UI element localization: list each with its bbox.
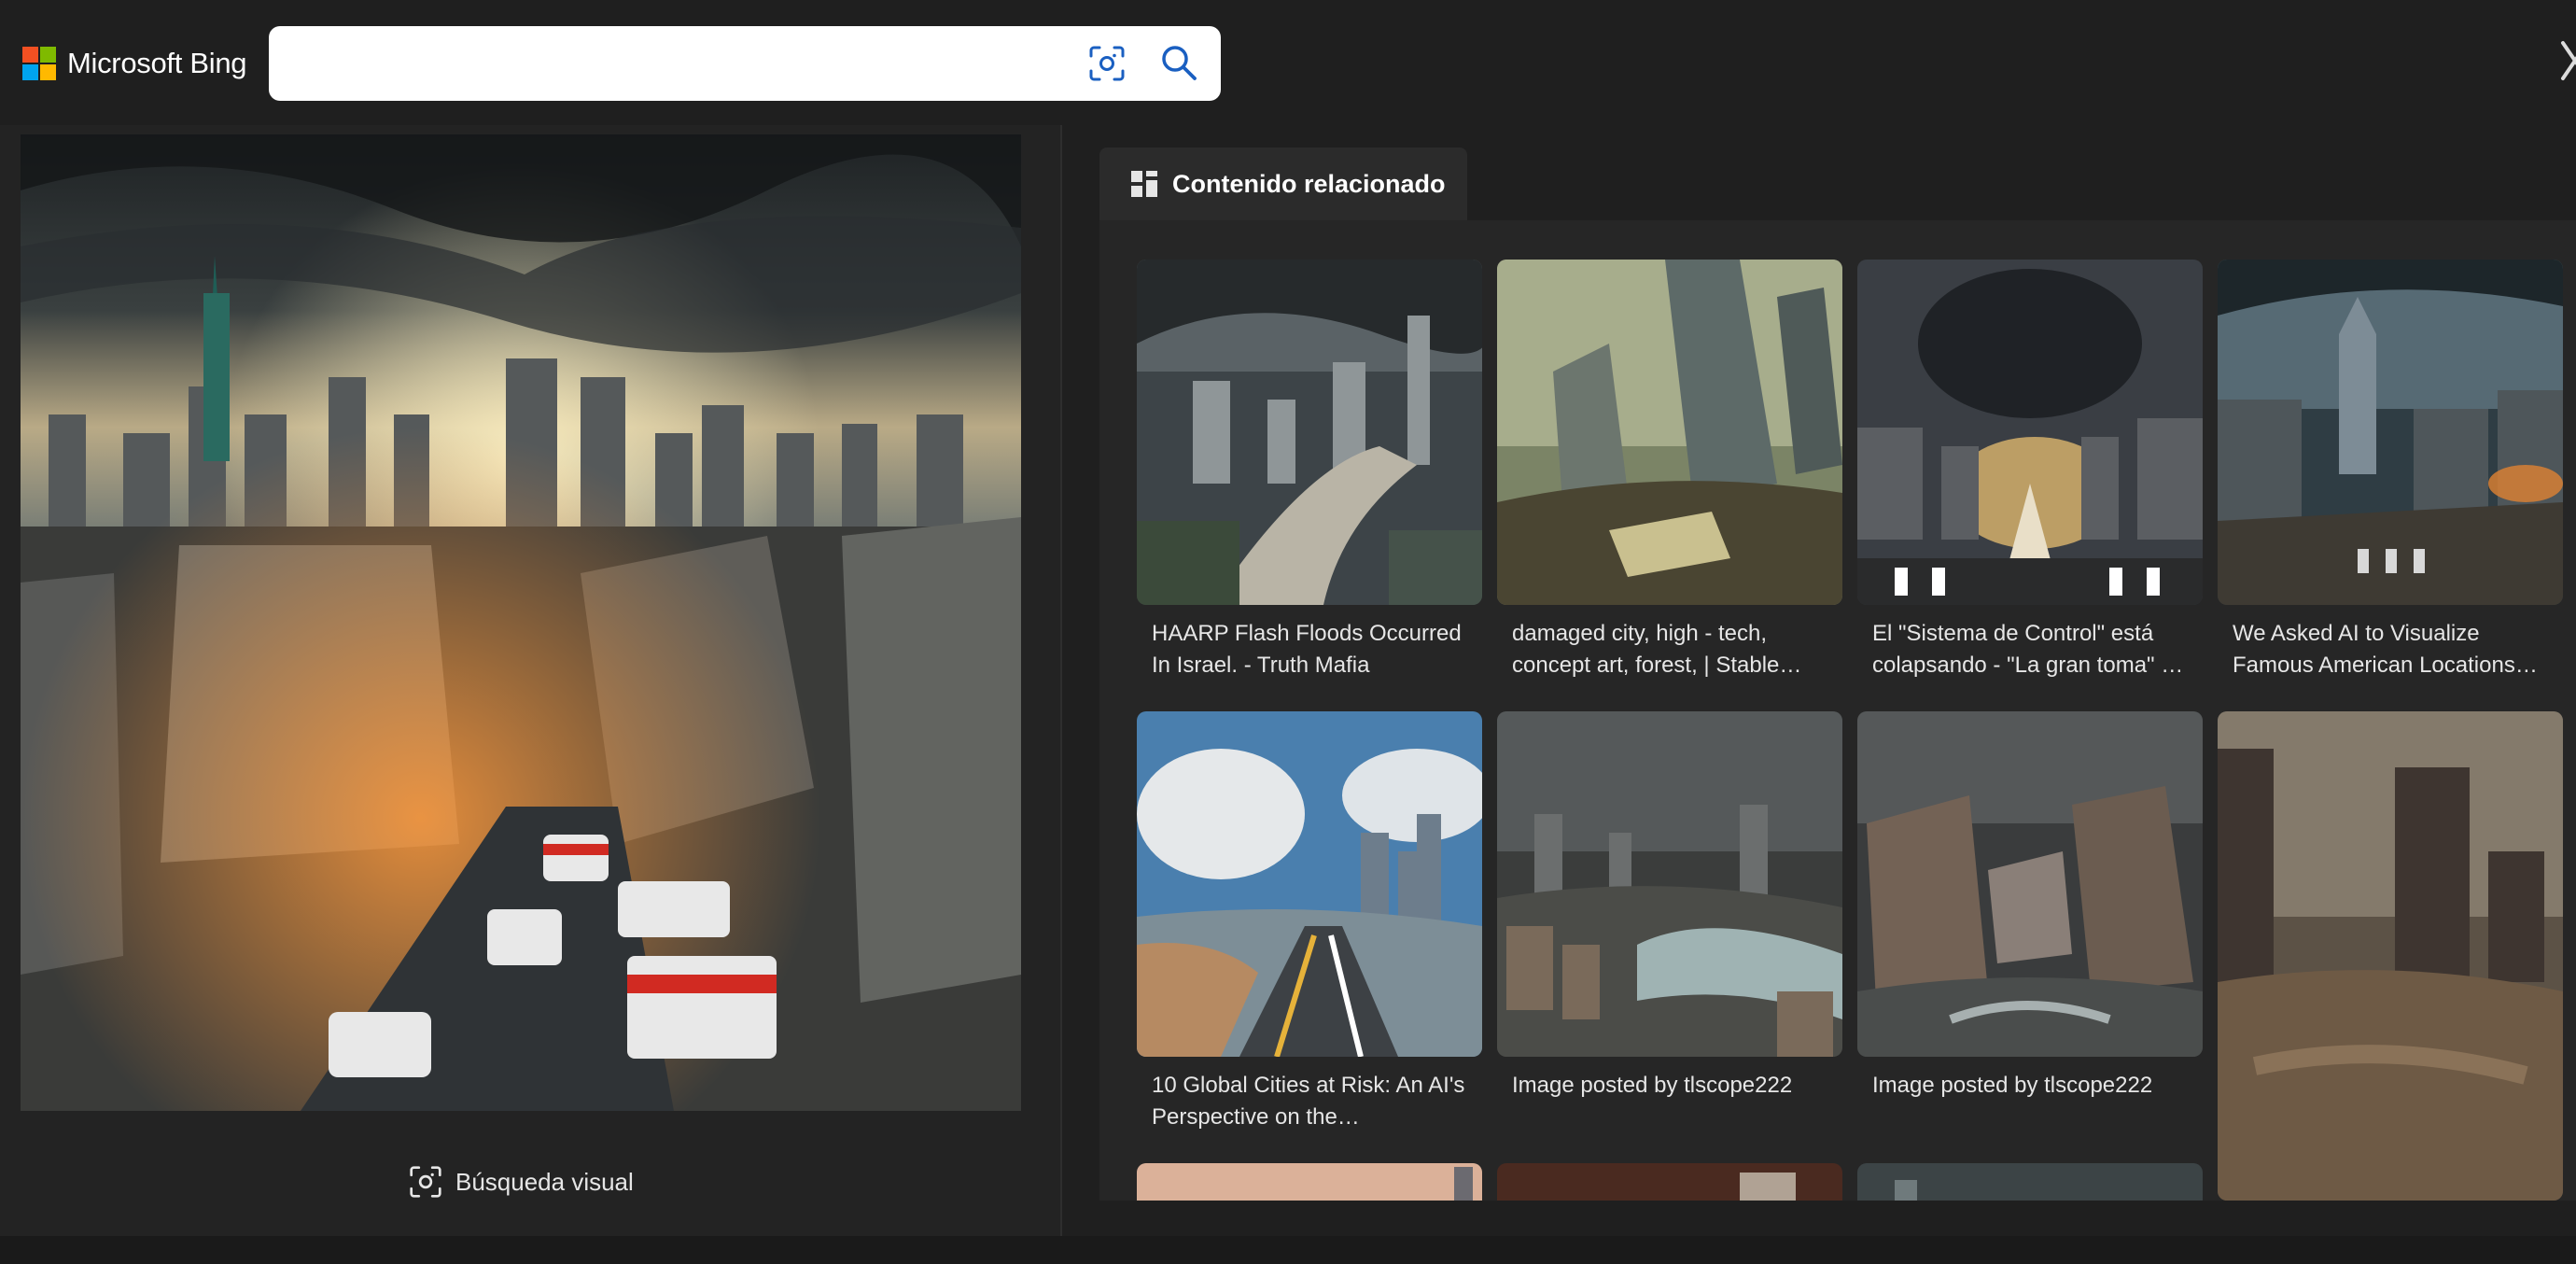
tab-related-content[interactable]: Contenido relacionado: [1099, 147, 1467, 220]
thumbnail[interactable]: [1137, 260, 1482, 605]
thumbnail[interactable]: [1857, 1163, 2203, 1201]
disaster-city-image: [21, 134, 1021, 1111]
list-item[interactable]: Image posted by tlscope222: [1857, 711, 2203, 1141]
item-caption[interactable]: HAARP Flash Floods Occurred In Israel. -…: [1152, 618, 1478, 681]
list-item[interactable]: Image posted by tlscope222: [1497, 711, 1842, 1141]
main-image[interactable]: [21, 134, 1021, 1111]
item-caption[interactable]: damaged city, high - tech, concept art, …: [1512, 618, 1839, 681]
visual-search-icon[interactable]: [1088, 45, 1126, 82]
thumbnail[interactable]: [1137, 711, 1482, 1057]
related-pane: Contenido relacionado HAARP Flash Floods…: [1062, 125, 2576, 1236]
list-item[interactable]: We Asked AI to Visualize Famous American…: [2218, 260, 2563, 689]
list-item[interactable]: damaged city, high - tech, concept art, …: [1497, 260, 1842, 689]
search-icon[interactable]: [1159, 43, 1198, 82]
tab-label: Contenido relacionado: [1172, 169, 1446, 198]
list-item[interactable]: HAARP Flash Floods Occurred In Israel. -…: [1137, 260, 1482, 689]
bing-logo[interactable]: Microsoft Bing: [22, 45, 247, 82]
visual-search-icon: [410, 1166, 441, 1198]
list-item[interactable]: [1497, 1163, 1842, 1201]
item-caption[interactable]: 10 Global Cities at Risk: An AI's Perspe…: [1152, 1070, 1478, 1133]
microsoft-logo-icon: [22, 47, 56, 80]
list-item[interactable]: El "Sistema de Control" está colapsando …: [1857, 260, 2203, 689]
visual-search-button[interactable]: Búsqueda visual: [409, 1161, 634, 1202]
item-caption[interactable]: Image posted by tlscope222: [1512, 1070, 1839, 1102]
list-item[interactable]: 10 Global Cities at Risk: An AI's Perspe…: [1137, 711, 1482, 1141]
search-box: [269, 26, 1221, 101]
thumbnail[interactable]: [1497, 260, 1842, 605]
item-caption[interactable]: We Asked AI to Visualize Famous American…: [2233, 618, 2559, 681]
thumbnail[interactable]: [1857, 260, 2203, 605]
item-caption[interactable]: El "Sistema de Control" está colapsando …: [1872, 618, 2199, 681]
thumbnail[interactable]: [1857, 711, 2203, 1057]
list-item[interactable]: [1857, 1163, 2203, 1201]
close-icon[interactable]: [2559, 37, 2576, 84]
bottom-bar: [0, 1236, 2576, 1264]
item-caption[interactable]: Image posted by tlscope222: [1872, 1070, 2199, 1102]
thumbnail[interactable]: [1497, 1163, 1842, 1201]
thumbnail[interactable]: [1497, 711, 1842, 1057]
visual-search-label: Búsqueda visual: [455, 1167, 634, 1196]
thumbnail[interactable]: [2218, 260, 2563, 605]
search-input[interactable]: [291, 41, 1042, 88]
list-item[interactable]: [2218, 711, 2563, 1201]
logo-text: Microsoft Bing: [67, 47, 247, 79]
thumbnail[interactable]: [1137, 1163, 1482, 1201]
grid-icon: [1131, 171, 1157, 197]
related-grid: HAARP Flash Floods Occurred In Israel. -…: [1099, 220, 2576, 1201]
detail-pane: Búsqueda visual: [0, 125, 1060, 1236]
thumbnail[interactable]: [2218, 711, 2563, 1201]
list-item[interactable]: [1137, 1163, 1482, 1201]
top-bar: Microsoft Bing: [0, 0, 2576, 125]
